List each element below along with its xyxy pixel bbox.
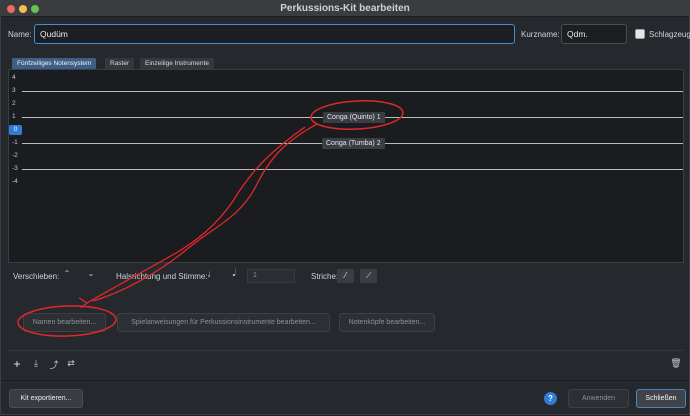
window-title: Perkussions-Kit bearbeiten: [280, 3, 410, 14]
import-icon[interactable]: ⤓: [30, 358, 42, 369]
short-name-input[interactable]: Qdm.: [561, 24, 627, 44]
chevron-down-icon[interactable]: ⌄: [85, 269, 97, 278]
edit-noteheads-button[interactable]: Notenköpfe bearbeiten...: [339, 313, 435, 332]
stroke-style-2-icon[interactable]: ⟋: [360, 269, 377, 283]
edit-playing-techniques-button[interactable]: Spielanweisungen für Perkussionsinstrume…: [117, 313, 330, 332]
stem-up-icon[interactable]: 𝅘𝅥: [229, 268, 239, 279]
drumset-checkbox[interactable]: [635, 29, 645, 39]
instrument-chip-conga-tumba[interactable]: Conga (Tumba) 2: [322, 138, 385, 149]
stem-down-icon[interactable]: ♩: [207, 269, 217, 280]
drumset-label: Schlagzeug: [649, 30, 690, 39]
swap-icon[interactable]: ⇄: [65, 358, 77, 369]
staff-line: [22, 169, 683, 170]
divider: [8, 350, 684, 351]
staff-position-label[interactable]: 4: [12, 74, 24, 81]
instrument-chip-conga-quinto[interactable]: Conga (Quinto) 1: [323, 112, 385, 123]
staff-position-selected[interactable]: 0: [9, 125, 22, 135]
export-icon[interactable]: ⤴: [48, 358, 60, 371]
tab-five-line-staff[interactable]: Fünfzeiliges Notensystem: [12, 58, 97, 69]
help-icon[interactable]: ?: [544, 392, 557, 405]
close-window-icon[interactable]: [7, 5, 15, 13]
stem-direction-label: Halsrichtung und Stimme:: [116, 272, 208, 281]
chevron-up-icon[interactable]: ⌃: [61, 269, 73, 278]
staff-line: [22, 91, 683, 92]
apply-button[interactable]: Anwenden: [568, 389, 629, 408]
staff-position-label[interactable]: -4: [12, 178, 24, 185]
minimize-window-icon[interactable]: [19, 5, 27, 13]
zoom-window-icon[interactable]: [31, 5, 39, 13]
voice-stepper[interactable]: 1: [247, 269, 295, 283]
dialog-window: Perkussions-Kit bearbeiten Name: Qudüm K…: [0, 0, 690, 415]
staff-position-label[interactable]: -2: [12, 152, 24, 159]
close-button[interactable]: Schließen: [636, 389, 686, 408]
move-label: Verschieben:: [13, 272, 60, 281]
edit-names-button[interactable]: Namen bearbeiten...: [23, 313, 106, 332]
staff-editor[interactable]: 4 3 2 1 0 -1 -2 -3 -4 Conga (Quinto) 1 C…: [8, 69, 684, 263]
name-input[interactable]: Qudüm: [34, 24, 515, 44]
title-bar: Perkussions-Kit bearbeiten: [1, 1, 689, 17]
stroke-style-1-icon[interactable]: ⁄: [337, 269, 354, 283]
tab-single-line-instruments[interactable]: Einzeilige Instrumente: [140, 58, 214, 69]
short-name-label: Kurzname:: [521, 30, 560, 39]
tab-grid[interactable]: Raster: [105, 58, 135, 69]
export-kit-button[interactable]: Kit exportieren...: [9, 389, 83, 408]
name-label: Name:: [8, 30, 32, 39]
divider: [1, 380, 689, 381]
add-icon[interactable]: +: [11, 357, 23, 371]
trash-icon[interactable]: 🗑: [670, 358, 682, 369]
staff-position-label[interactable]: 2: [12, 100, 24, 107]
strokes-label: Striche:: [311, 272, 339, 281]
